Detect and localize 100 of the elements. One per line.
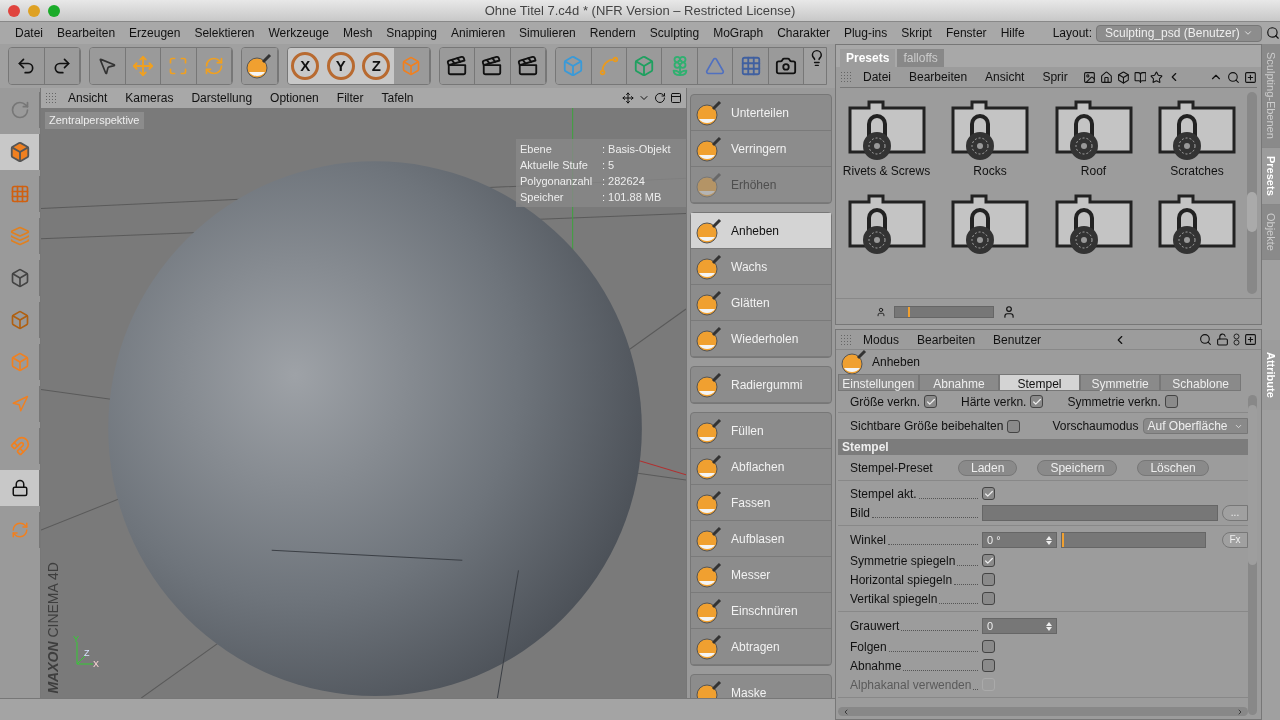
menu-item[interactable]: MoGraph — [706, 24, 771, 42]
menu-item[interactable]: Erzeugen — [122, 24, 188, 42]
attributes-menu-item[interactable]: Bearbeiten — [910, 330, 983, 349]
picture-icon[interactable] — [1082, 70, 1096, 84]
view-menu-item[interactable]: Tafeln — [374, 89, 421, 107]
spline-button[interactable] — [591, 48, 628, 84]
scroll-left-icon[interactable] — [842, 707, 850, 716]
checkmark-icon — [925, 396, 936, 407]
presets-menu-item[interactable]: Sprir — [1035, 68, 1075, 86]
menu-item[interactable]: Animieren — [444, 24, 513, 42]
pan-view-icon[interactable] — [622, 92, 634, 104]
checkbox[interactable] — [982, 554, 995, 567]
scale-tool-button[interactable] — [161, 48, 197, 84]
view-menu-item[interactable]: Ansicht — [61, 89, 115, 107]
stepper-arrows-icon — [1046, 535, 1052, 545]
checkbox[interactable] — [982, 659, 995, 672]
checkbox[interactable] — [982, 592, 995, 605]
menu-item[interactable]: Charakter — [770, 24, 837, 42]
sculpt-brush-icon — [695, 134, 723, 163]
presets-menu-item[interactable]: Bearbeiten — [902, 68, 975, 86]
search-icon[interactable] — [1227, 70, 1241, 84]
view-menu-item[interactable]: Darstellung — [184, 89, 260, 107]
option-label: Stempel-Preset — [850, 459, 934, 477]
checkbox[interactable] — [982, 487, 995, 500]
camera-icon — [775, 55, 798, 77]
checkmark-icon — [1031, 396, 1042, 407]
checkbox[interactable] — [982, 573, 995, 586]
new-panel-icon[interactable] — [1244, 70, 1257, 84]
sculpt-brush-icon — [695, 596, 723, 625]
axis-lock-button[interactable]: Y — [323, 48, 359, 84]
sculpt-brush-icon — [695, 170, 723, 199]
snap-icon — [9, 436, 30, 456]
view-menu-item[interactable]: Optionen — [263, 89, 326, 107]
presets-menu-item[interactable]: Datei — [856, 68, 898, 86]
render-picture-button[interactable] — [475, 48, 511, 84]
menu-item[interactable]: Mesh — [335, 24, 380, 42]
render-settings-button[interactable] — [510, 48, 547, 84]
search-icon[interactable] — [1266, 26, 1280, 40]
new-panel-icon[interactable] — [1244, 333, 1257, 346]
menu-item[interactable]: Sculpting — [642, 24, 707, 42]
checkbox[interactable] — [1007, 419, 1021, 433]
preset-label: Roof — [1080, 163, 1107, 180]
sculpt-brush-icon — [695, 416, 723, 445]
number-field[interactable]: 0 ° — [982, 532, 1057, 548]
menu-item[interactable]: Datei — [8, 24, 50, 42]
thumbnail-size-slider[interactable] — [894, 305, 994, 318]
axis-lock-button[interactable]: X — [287, 48, 324, 84]
move-tool-button[interactable] — [125, 48, 161, 84]
option-label: Größe verkn. — [850, 393, 921, 411]
undo-button[interactable] — [9, 48, 45, 84]
scroll-right-icon[interactable] — [1236, 707, 1244, 716]
menu-item[interactable]: Plug-ins — [836, 24, 895, 42]
checkbox[interactable] — [1030, 395, 1044, 408]
render-settings-icon — [516, 55, 539, 77]
sculpt-brush-icon — [695, 524, 723, 553]
home-icon[interactable] — [1099, 70, 1113, 84]
scale-tool-icon — [168, 56, 189, 76]
menu-item[interactable]: Simulieren — [512, 24, 583, 42]
checkbox[interactable] — [924, 395, 938, 408]
rotate-tool-button[interactable] — [196, 48, 232, 84]
attributes-menu-item[interactable]: Benutzer — [986, 330, 1049, 349]
star-icon[interactable] — [1150, 70, 1164, 84]
select-tool-button[interactable] — [90, 48, 126, 84]
menu-item[interactable]: Werkzeuge — [261, 24, 336, 42]
layout-view-icon[interactable] — [670, 92, 682, 104]
presets-menu-item[interactable]: Ansicht — [978, 68, 1032, 86]
menu-item[interactable]: Selektieren — [187, 24, 262, 42]
camera-button[interactable] — [768, 48, 805, 84]
redo-button[interactable] — [44, 48, 80, 84]
checkbox[interactable] — [982, 640, 995, 653]
render-view-button[interactable] — [439, 48, 476, 84]
menu-item[interactable]: Hilfe — [993, 24, 1032, 42]
workplane-lock-button[interactable] — [0, 470, 40, 506]
number-field[interactable]: 0 — [982, 618, 1057, 634]
menu-item[interactable]: Snapping — [379, 24, 445, 42]
attributes-menu-item[interactable]: Modus — [856, 330, 907, 349]
info-value: : 282624 — [602, 174, 645, 189]
image-path-field[interactable] — [982, 504, 1218, 521]
checkbox[interactable] — [1164, 395, 1178, 408]
view-menu-item[interactable]: Filter — [329, 89, 371, 107]
close-window-icon[interactable] — [8, 4, 20, 17]
menu-item[interactable]: Fenster — [938, 24, 994, 42]
menu-item[interactable]: Skript — [894, 24, 939, 42]
sculpt-tool-item[interactable]: Anheben — [691, 213, 831, 249]
zoom-window-icon[interactable] — [48, 4, 60, 17]
property-tab[interactable]: Stempel — [999, 374, 1080, 391]
sculpt-brush-icon — [695, 488, 723, 517]
sculpt-brush-button[interactable] — [242, 48, 278, 84]
menu-item[interactable]: Rendern — [582, 24, 643, 42]
book-icon[interactable] — [1133, 70, 1147, 84]
orbit-view-icon[interactable] — [654, 92, 666, 104]
menu-item[interactable]: Bearbeiten — [50, 24, 123, 42]
checkmark-icon — [983, 488, 994, 499]
link-icon[interactable] — [1233, 333, 1240, 346]
search-icon[interactable] — [1199, 333, 1212, 346]
lock-icon[interactable] — [1216, 333, 1229, 346]
slider-track[interactable] — [1061, 532, 1206, 548]
view-menu-item[interactable]: Kameras — [118, 89, 181, 107]
model-mode-button[interactable] — [0, 134, 40, 170]
axis-lock-button[interactable]: Z — [358, 48, 394, 84]
